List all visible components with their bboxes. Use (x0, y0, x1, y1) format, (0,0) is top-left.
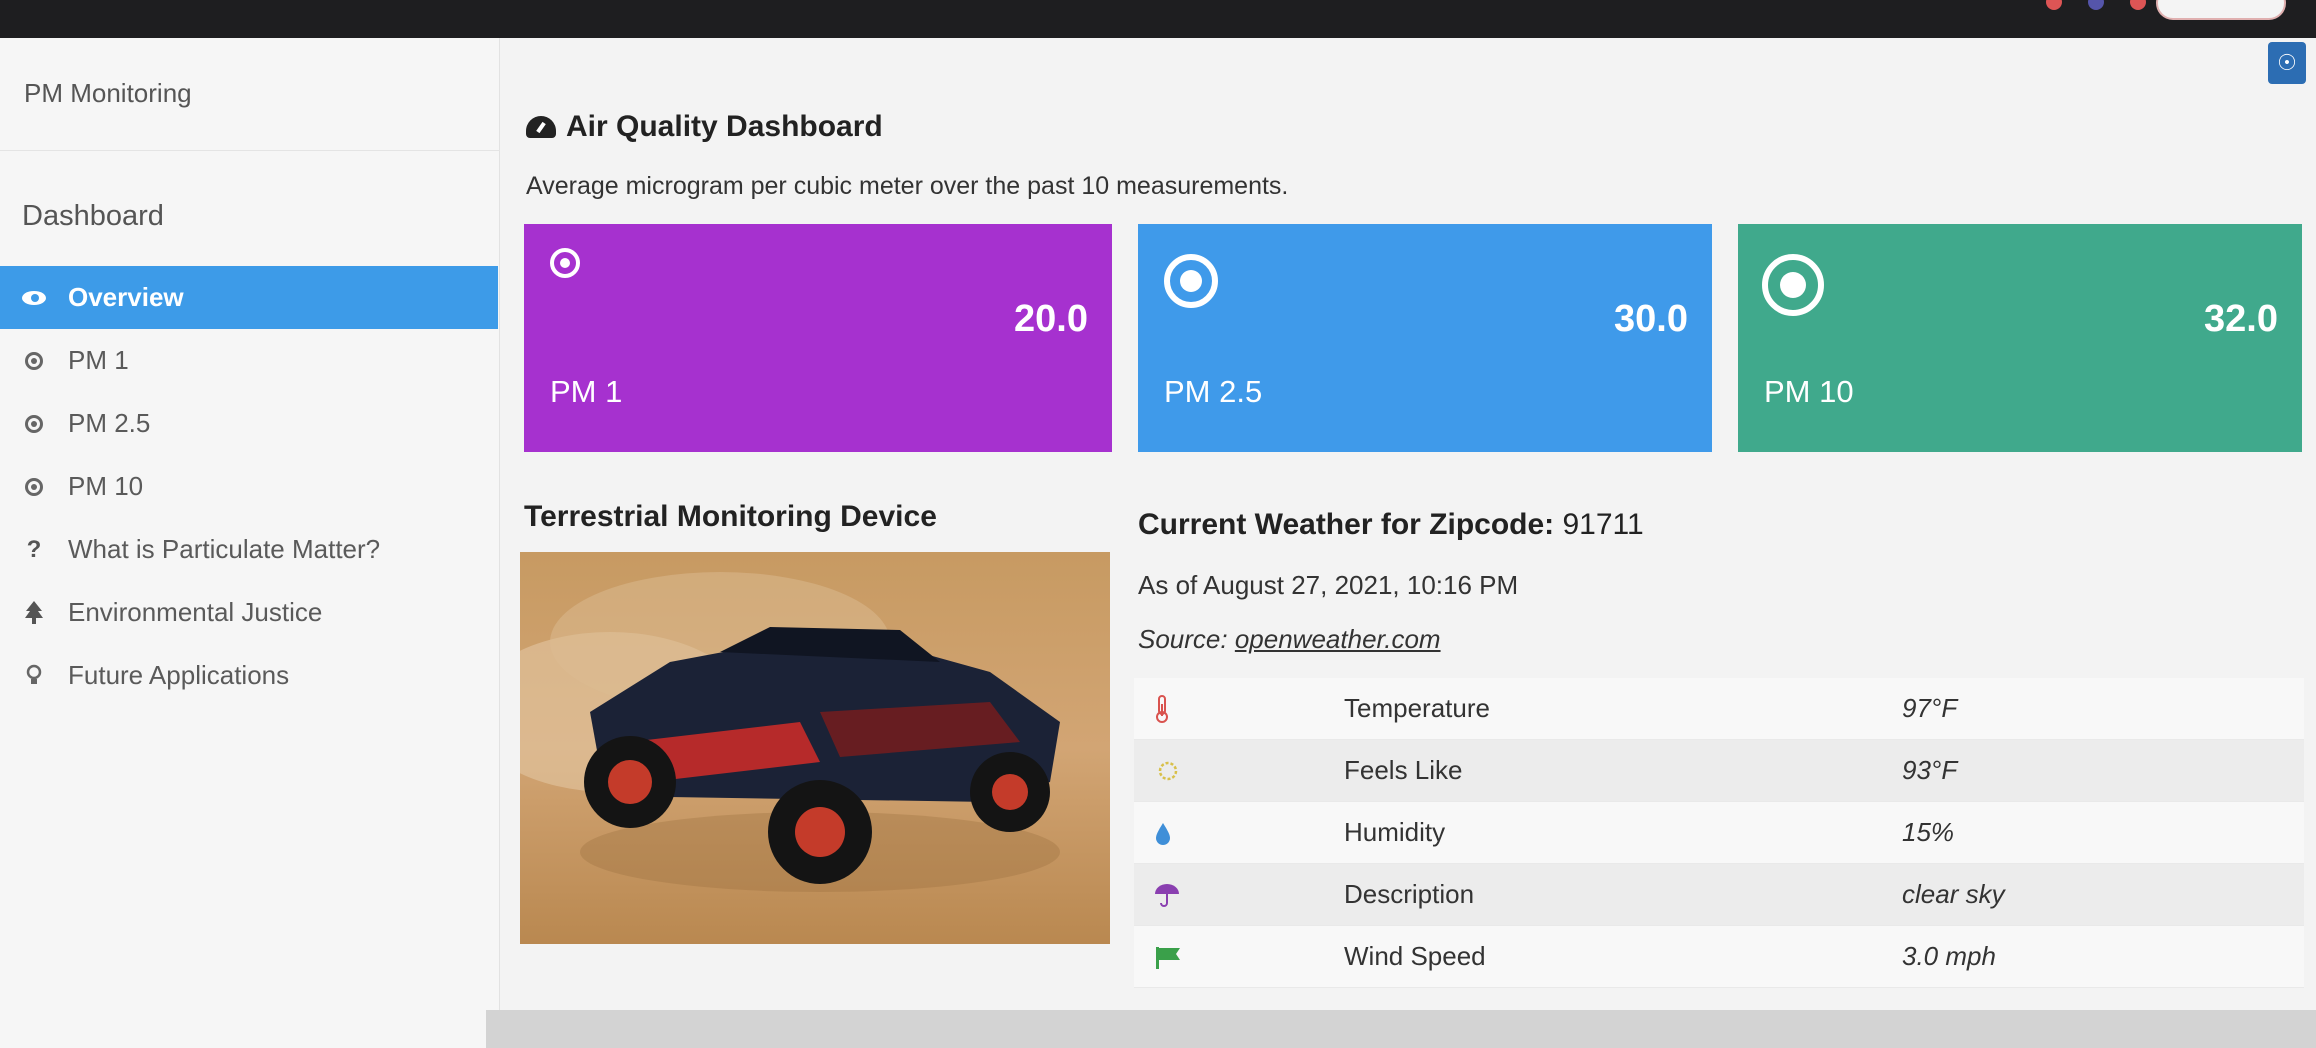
dot-circle-icon (22, 477, 46, 496)
dot-circle-icon (22, 414, 46, 433)
browser-extension-icons (2046, 0, 2146, 10)
pm10-label: PM 10 (1764, 374, 1854, 409)
sidebar-item-label: Future Applications (68, 660, 290, 690)
pm1-label: PM 1 (550, 374, 623, 409)
weather-source: Source: openweather.com (1138, 624, 1441, 655)
sidebar-item-label: What is Particulate Matter? (68, 534, 381, 564)
shield-icon[interactable]: ☉ (2268, 42, 2306, 84)
weather-row-value: clear sky (1902, 879, 2005, 909)
weather-row-label: Feels Like (1344, 755, 1463, 785)
weather-row-value: 15% (1902, 817, 1955, 847)
page-title: Air Quality Dashboard (526, 110, 883, 144)
divider (0, 150, 500, 151)
weather-row-value: 3.0 mph (1902, 941, 1996, 971)
weather-table: Temperature 97°F Feels Like 93°F Humidit… (1134, 678, 2304, 988)
pm1-card[interactable]: 20.0 PM 1 (524, 224, 1112, 452)
question-icon: ? (26, 535, 42, 563)
sidebar-item-label: PM 10 (68, 471, 144, 501)
droplet-icon (1134, 821, 1344, 845)
pm10-card[interactable]: 32.0 PM 10 (1738, 224, 2302, 452)
extension-icon[interactable] (2046, 0, 2062, 10)
lightbulb-icon (22, 664, 46, 688)
page-subtitle: Average microgram per cubic meter over t… (526, 172, 1289, 200)
tree-icon (22, 600, 46, 625)
sun-icon (1134, 757, 1344, 785)
table-row: Temperature 97°F (1134, 678, 2304, 740)
dot-circle-icon (22, 351, 46, 370)
target-icon (550, 248, 580, 278)
flag-icon (1134, 945, 1344, 969)
browser-update-button[interactable] (2156, 0, 2286, 20)
weather-row-label: Temperature (1344, 693, 1490, 723)
pm10-value: 32.0 (2204, 298, 2278, 340)
table-row: Description clear sky (1134, 864, 2304, 926)
eye-icon (22, 290, 46, 305)
pm25-value: 30.0 (1614, 298, 1688, 340)
sidebar-item-what-is-pm[interactable]: ? What is Particulate Matter? (0, 518, 498, 581)
thermometer-icon (1134, 694, 1344, 724)
weather-row-label: Humidity (1344, 817, 1446, 847)
weather-title: Current Weather for Zipcode: 91711 (1138, 508, 1644, 542)
sidebar-item-pm25[interactable]: PM 2.5 (0, 392, 498, 455)
pm-cards: 20.0 PM 1 30.0 PM 2.5 32.0 PM 10 (524, 224, 2302, 452)
weather-source-link[interactable]: openweather.com (1235, 624, 1441, 654)
main-content: ☉ Air Quality Dashboard Average microgra… (500, 38, 2316, 1048)
pm25-label: PM 2.5 (1164, 374, 1263, 409)
app-window: PM Monitoring Dashboard Overview PM 1 PM… (0, 38, 2316, 1048)
pm25-card[interactable]: 30.0 PM 2.5 (1138, 224, 1712, 452)
table-row: Wind Speed 3.0 mph (1134, 926, 2304, 988)
sidebar-item-label: PM 1 (68, 345, 129, 375)
weather-source-label: Source: (1138, 624, 1228, 654)
sidebar-item-future-applications[interactable]: Future Applications (0, 644, 498, 707)
device-section-title: Terrestrial Monitoring Device (524, 500, 937, 533)
target-icon (1164, 254, 1218, 308)
weather-row-label: Wind Speed (1344, 941, 1486, 971)
sidebar: PM Monitoring Dashboard Overview PM 1 PM… (0, 38, 500, 1048)
weather-title-label: Current Weather for Zipcode: (1138, 508, 1555, 541)
page-title-text: Air Quality Dashboard (566, 110, 883, 143)
extension-icon[interactable] (2130, 0, 2146, 10)
sidebar-nav: Overview PM 1 PM 2.5 PM 10 ? What is Par… (0, 266, 498, 707)
brand-title[interactable]: PM Monitoring (24, 78, 192, 109)
weather-row-value: 93°F (1902, 755, 1958, 785)
dashboard-gauge-icon (526, 116, 556, 138)
sidebar-item-environmental-justice[interactable]: Environmental Justice (0, 581, 498, 644)
weather-zipcode: 91711 (1562, 508, 1644, 541)
pm1-value: 20.0 (1014, 298, 1088, 340)
extension-icon[interactable] (2088, 0, 2104, 10)
sidebar-item-pm10[interactable]: PM 10 (0, 455, 498, 518)
rc-truck-photo (520, 552, 1110, 944)
target-icon (1762, 254, 1824, 316)
table-row: Humidity 15% (1134, 802, 2304, 864)
sidebar-item-label: Environmental Justice (68, 597, 323, 627)
sidebar-section-heading: Dashboard (22, 200, 164, 232)
sidebar-item-label: Overview (68, 282, 184, 312)
sidebar-item-pm1[interactable]: PM 1 (0, 329, 498, 392)
sidebar-item-label: PM 2.5 (68, 408, 151, 438)
weather-row-label: Description (1344, 879, 1475, 909)
umbrella-icon (1134, 882, 1344, 908)
weather-row-value: 97°F (1902, 693, 1958, 723)
weather-timestamp: As of August 27, 2021, 10:16 PM (1138, 570, 1519, 600)
table-row: Feels Like 93°F (1134, 740, 2304, 802)
sidebar-item-overview[interactable]: Overview (0, 266, 498, 329)
page-footer-band (486, 1010, 2316, 1048)
